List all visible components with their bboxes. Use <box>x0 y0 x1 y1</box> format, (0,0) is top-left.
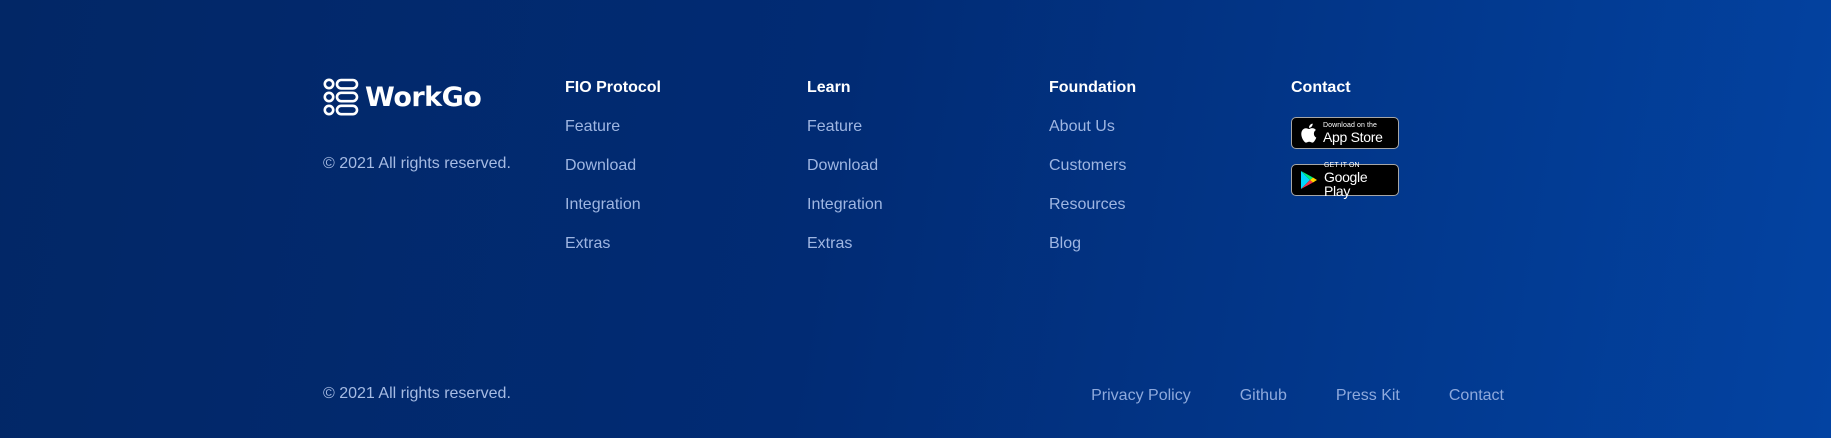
footer-link-feature[interactable]: Feature <box>565 118 620 135</box>
footer-link-resources[interactable]: Resources <box>1049 196 1125 213</box>
contact-link[interactable]: Contact <box>1449 387 1504 405</box>
link-list: Feature Download Integration Extras <box>807 117 883 273</box>
column-title: Contact <box>1291 79 1351 96</box>
workgo-logo-icon <box>323 78 359 116</box>
app-store-button[interactable]: Download on the App Store <box>1291 117 1399 149</box>
google-play-button[interactable]: GET IT ON Google Play <box>1291 162 1399 199</box>
footer-link-blog[interactable]: Blog <box>1049 235 1081 252</box>
brand-name: WorkGo <box>365 81 482 113</box>
bottom-copyright: © 2021 All rights reserved. <box>323 385 511 402</box>
footer-column-learn: Learn Feature Download Integration Extra… <box>807 78 883 273</box>
link-list: About Us Customers Resources Blog <box>1049 117 1136 273</box>
copyright-text: © 2021 All rights reserved. <box>323 155 511 172</box>
bottom-nav: Privacy Policy Github Press Kit Contact <box>1091 387 1504 405</box>
footer-column-foundation: Foundation About Us Customers Resources … <box>1049 78 1136 273</box>
press-kit-link[interactable]: Press Kit <box>1336 387 1400 405</box>
brand-block: WorkGo <box>323 78 482 116</box>
google-play-caption: GET IT ON <box>1324 162 1360 169</box>
footer-link-download[interactable]: Download <box>565 157 636 174</box>
footer-link-download[interactable]: Download <box>807 157 878 174</box>
link-list: Feature Download Integration Extras <box>565 117 661 273</box>
app-store-label: App Store <box>1323 129 1383 145</box>
column-title: Foundation <box>1049 79 1137 96</box>
footer-link-integration[interactable]: Integration <box>565 196 641 213</box>
footer-link-extras[interactable]: Extras <box>807 235 852 252</box>
site-footer: WorkGo © 2021 All rights reserved. FIO P… <box>0 0 1831 438</box>
google-play-icon <box>1300 170 1318 190</box>
footer-column-contact: Contact Download on the App Store GET IT… <box>1291 78 1399 211</box>
column-title: FIO Protocol <box>565 79 661 96</box>
footer-link-integration[interactable]: Integration <box>807 196 883 213</box>
footer-link-feature[interactable]: Feature <box>807 118 862 135</box>
workgo-logo[interactable]: WorkGo <box>323 78 482 116</box>
google-play-label: Google Play <box>1324 169 1368 199</box>
column-title: Learn <box>807 79 851 96</box>
github-link[interactable]: Github <box>1240 387 1287 405</box>
footer-link-extras[interactable]: Extras <box>565 235 610 252</box>
footer-link-customers[interactable]: Customers <box>1049 157 1126 174</box>
footer-link-about-us[interactable]: About Us <box>1049 118 1115 135</box>
footer-column-fio-protocol: FIO Protocol Feature Download Integratio… <box>565 78 661 273</box>
app-store-caption: Download on the <box>1323 122 1378 129</box>
apple-icon <box>1300 123 1317 143</box>
privacy-policy-link[interactable]: Privacy Policy <box>1091 387 1191 405</box>
